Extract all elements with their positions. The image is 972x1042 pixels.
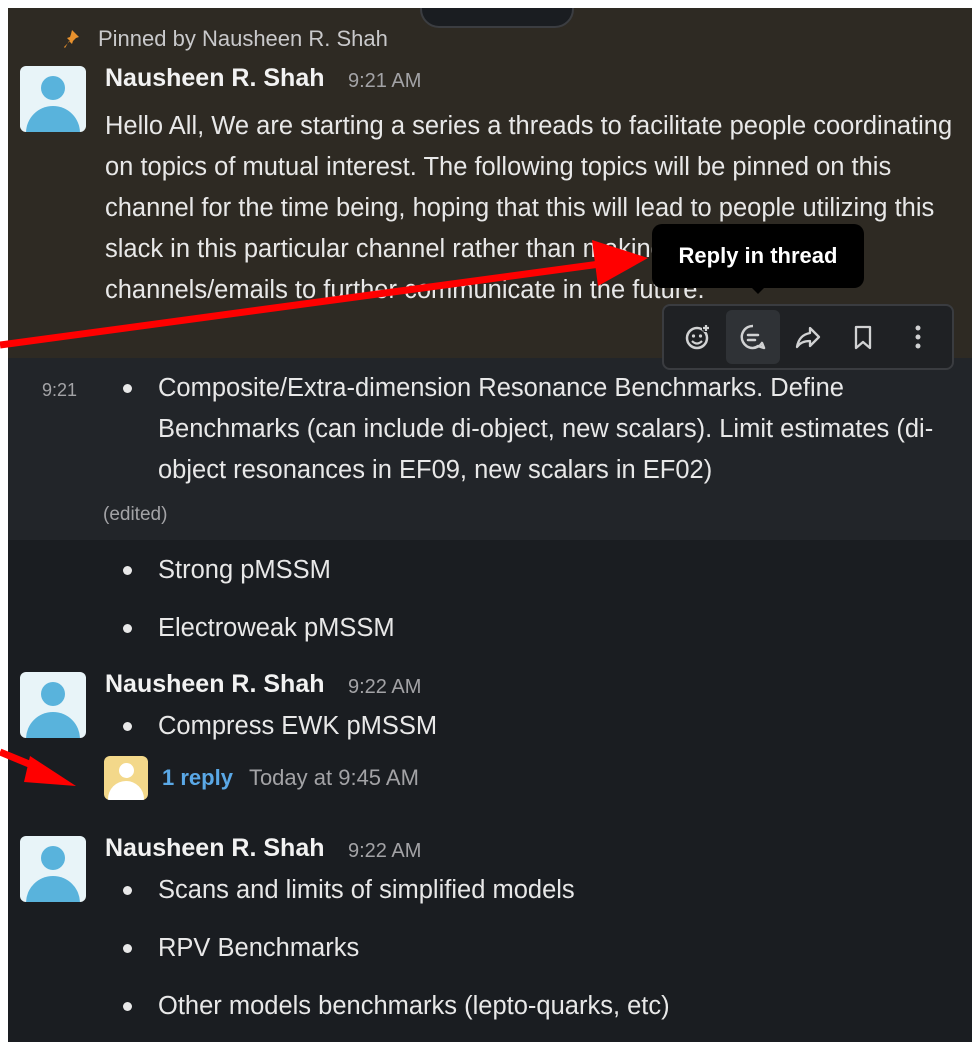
pinned-indicator: Pinned by Nausheen R. Shah [64, 26, 388, 52]
list-item: Scans and limits of simplified models [123, 870, 575, 911]
reply-in-thread-icon [740, 324, 766, 350]
reply-in-thread-tooltip: Reply in thread [652, 224, 864, 288]
hover-timestamp[interactable]: 9:21 [42, 380, 77, 401]
message-timestamp[interactable]: 9:22 AM [348, 840, 421, 863]
avatar[interactable] [20, 672, 86, 738]
message-author[interactable]: Nausheen R. Shah [105, 834, 325, 863]
list-item: Other models benchmarks (lepto-quarks, e… [123, 986, 670, 1027]
message-timestamp[interactable]: 9:21 AM [348, 70, 421, 93]
message-author[interactable]: Nausheen R. Shah [105, 670, 325, 699]
reply-timestamp: Today at 9:45 AM [248, 765, 419, 790]
message-list: Pinned by Nausheen R. Shah Nausheen R. S… [8, 8, 972, 1042]
list-item: Strong pMSSM [123, 550, 331, 591]
avatar[interactable] [20, 836, 86, 902]
message-timestamp[interactable]: 9:22 AM [348, 676, 421, 699]
more-actions-icon [915, 325, 921, 349]
avatar[interactable] [20, 66, 86, 132]
save-button[interactable] [836, 310, 890, 364]
reply-avatar [104, 756, 148, 800]
message-author[interactable]: Nausheen R. Shah [105, 64, 325, 93]
share-button[interactable] [781, 310, 835, 364]
add-reaction-icon [685, 324, 710, 350]
bookmark-icon [855, 325, 872, 350]
list-item: Electroweak pMSSM [123, 608, 395, 649]
reply-in-thread-button[interactable] [725, 310, 780, 364]
more-actions-button[interactable] [891, 310, 945, 364]
add-reaction-button[interactable] [671, 310, 725, 364]
pin-icon [64, 30, 79, 48]
thread-replies[interactable]: 1 reply Today at 9:45 AM [104, 756, 419, 800]
tooltip-tail [750, 286, 766, 294]
edited-label: (edited) [103, 504, 168, 525]
list-item: RPV Benchmarks [122, 928, 359, 969]
date-divider-pill[interactable] [420, 8, 574, 28]
reply-count-link[interactable]: 1 reply [162, 765, 233, 791]
pinned-by-label: Pinned by Nausheen R. Shah [98, 26, 388, 51]
share-icon [795, 326, 821, 349]
list-item: Compress EWK pMSSM [122, 706, 437, 747]
list-item: Composite/Extra-dimension Resonance Benc… [123, 368, 958, 491]
message-actions-toolbar [662, 304, 954, 370]
